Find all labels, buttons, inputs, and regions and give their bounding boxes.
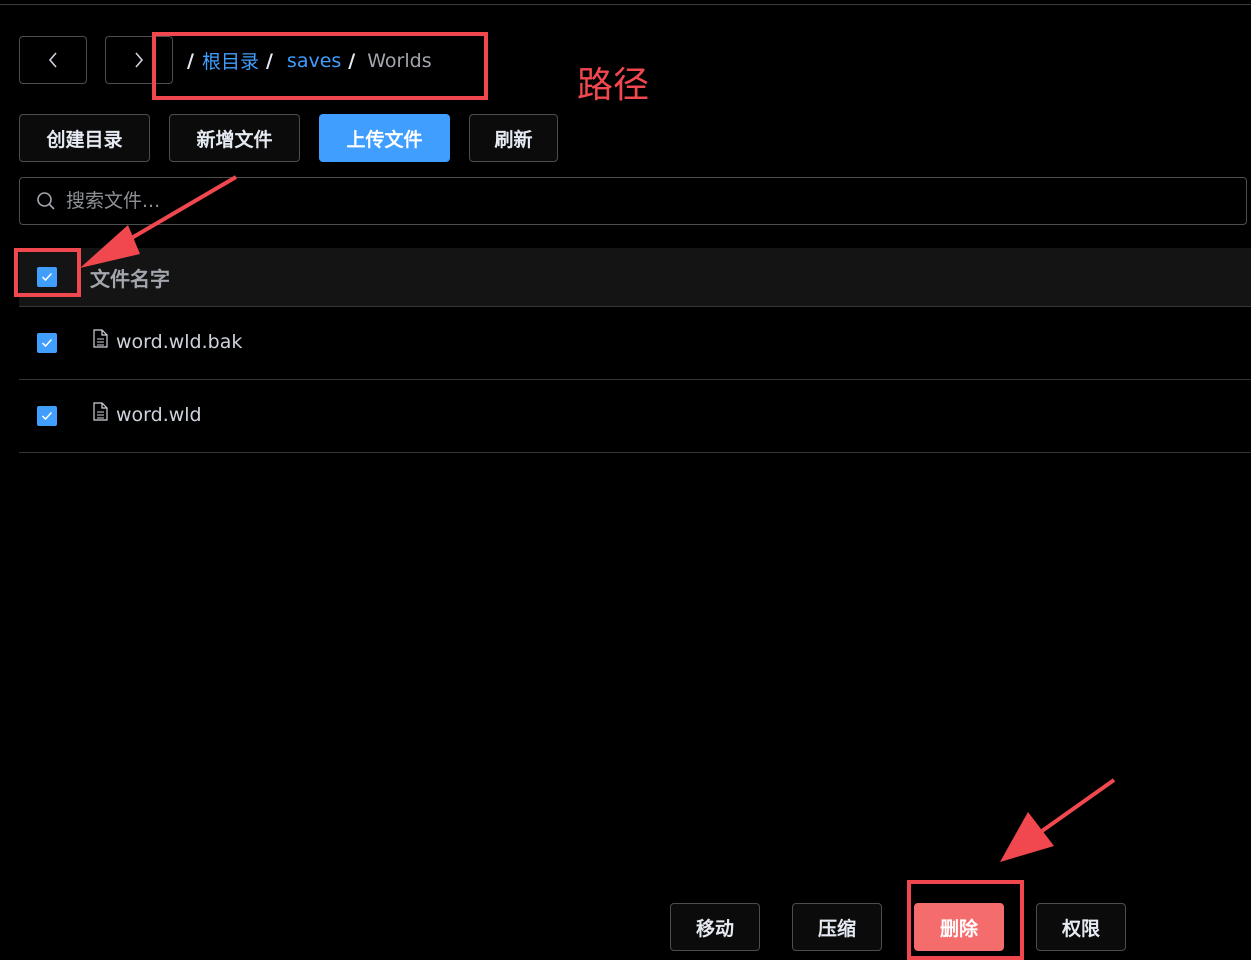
annotation-arrow-delete <box>1000 778 1116 862</box>
annotation-arrow-checkbox <box>80 175 238 268</box>
annotation-arrows <box>80 175 1116 862</box>
